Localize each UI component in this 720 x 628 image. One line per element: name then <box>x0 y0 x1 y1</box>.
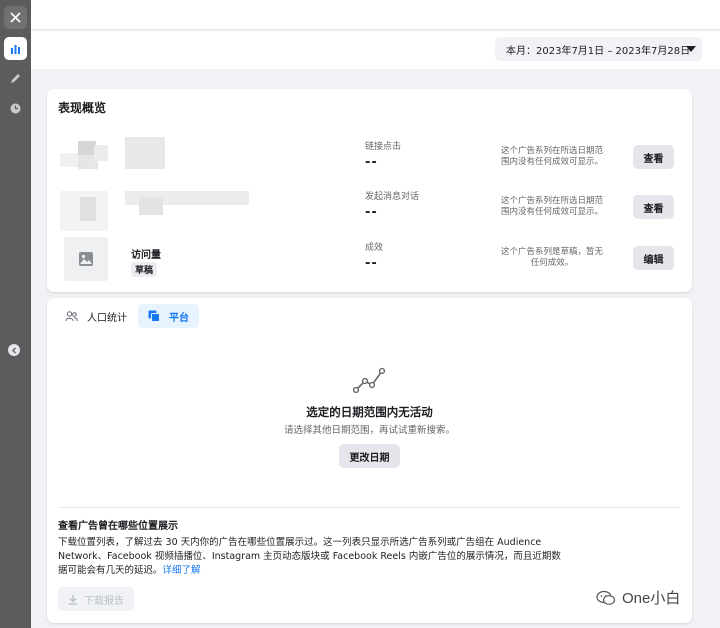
download-icon <box>68 594 78 605</box>
image-icon <box>79 252 93 266</box>
stats-nav-button[interactable] <box>4 37 27 60</box>
campaign-name-placeholder <box>125 137 165 169</box>
download-label: 下载报告 <box>84 595 124 607</box>
chevron-left-icon <box>11 347 16 353</box>
platform-card: 人口统计 平台 选定的日期范围内无活动 请选择其他日期范围，再试试重新搜索。 更… <box>47 298 692 623</box>
empty-state-title: 选定的日期范围内无活动 <box>306 405 433 419</box>
stacked-squares-icon <box>148 310 160 322</box>
campaign-row: 链接点击 -- 这个广告系列在所选日期范围内没有任何成效可显示。 查看 <box>47 131 692 179</box>
download-report-button[interactable]: 下载报告 <box>58 587 134 611</box>
divider <box>59 507 680 508</box>
bar-chart-icon <box>11 45 20 54</box>
edit-button[interactable]: 编辑 <box>633 246 674 270</box>
tab-label: 人口统计 <box>87 312 127 324</box>
view-button[interactable]: 查看 <box>633 195 674 219</box>
watermark: One小白 <box>596 587 680 608</box>
result-note: 这个广告系列是草稿，暂无任何成效。 <box>500 247 603 268</box>
watermark-text: One小白 <box>622 590 681 607</box>
collapse-button[interactable] <box>8 344 20 356</box>
left-rail <box>0 0 31 628</box>
result-note: 这个广告系列在所选日期范围内没有任何成效可显示。 <box>500 146 603 167</box>
campaign-thumbnail <box>60 185 108 231</box>
campaign-thumbnail <box>60 135 108 179</box>
date-range-label: 本月：2023年7月1日 – 2023年7月28日 <box>506 45 691 57</box>
metric-value: -- <box>365 256 378 271</box>
draft-badge: 草稿 <box>131 262 158 277</box>
date-range-select[interactable]: 本月：2023年7月1日 – 2023年7月28日 <box>495 37 702 61</box>
line-chart-icon <box>352 366 387 397</box>
placement-section-title: 查看广告曾在哪些位置展示 <box>58 521 178 532</box>
tab-label: 平台 <box>169 312 189 324</box>
performance-overview-card: 表现概览 链接点击 -- 这个广告系列在所选日期范围内没有任何成效可显示。 查看… <box>47 89 692 292</box>
people-icon <box>65 310 78 322</box>
result-note: 这个广告系列在所选日期范围内没有任何成效可显示。 <box>500 196 603 217</box>
metric-value: -- <box>365 205 378 220</box>
change-date-button[interactable]: 更改日期 <box>339 444 400 468</box>
campaign-row: 发起消息对话 -- 这个广告系列在所选日期范围内没有任何成效可显示。 查看 <box>47 181 692 231</box>
tab-demographics[interactable]: 人口统计 <box>55 304 137 328</box>
close-button[interactable] <box>4 6 27 29</box>
edit-nav-button[interactable] <box>4 67 27 90</box>
metric-label: 链接点击 <box>365 142 402 152</box>
tab-platform[interactable]: 平台 <box>138 304 199 328</box>
card-title: 表现概览 <box>58 101 107 115</box>
empty-state-subtitle: 请选择其他日期范围，再试试重新搜索。 <box>283 425 455 436</box>
history-nav-button[interactable] <box>4 97 27 120</box>
top-bar <box>31 0 720 30</box>
placement-section-body: 下载位置列表，了解过去 30 天内你的广告在哪些位置展示过。这一列表只显示所选广… <box>58 536 563 578</box>
metric-label: 发起消息对话 <box>365 192 420 202</box>
caret-down-icon <box>686 46 696 52</box>
close-icon <box>10 12 21 23</box>
view-button[interactable]: 查看 <box>633 145 674 169</box>
campaign-thumbnail <box>64 237 108 281</box>
campaign-row: 访问量 草稿 成效 -- 这个广告系列是草稿，暂无任何成效。 编辑 <box>47 232 692 281</box>
wechat-icon <box>596 590 616 606</box>
filter-bar: 本月：2023年7月1日 – 2023年7月28日 <box>31 31 720 69</box>
metric-value: -- <box>365 155 378 170</box>
learn-more-link[interactable]: 详细了解 <box>163 565 201 576</box>
clock-icon <box>10 103 21 114</box>
metric-label: 成效 <box>365 243 384 253</box>
pencil-icon <box>11 74 20 83</box>
campaign-name: 访问量 <box>131 250 161 261</box>
placement-description: 下载位置列表，了解过去 30 天内你的广告在哪些位置展示过。这一列表只显示所选广… <box>58 537 561 576</box>
